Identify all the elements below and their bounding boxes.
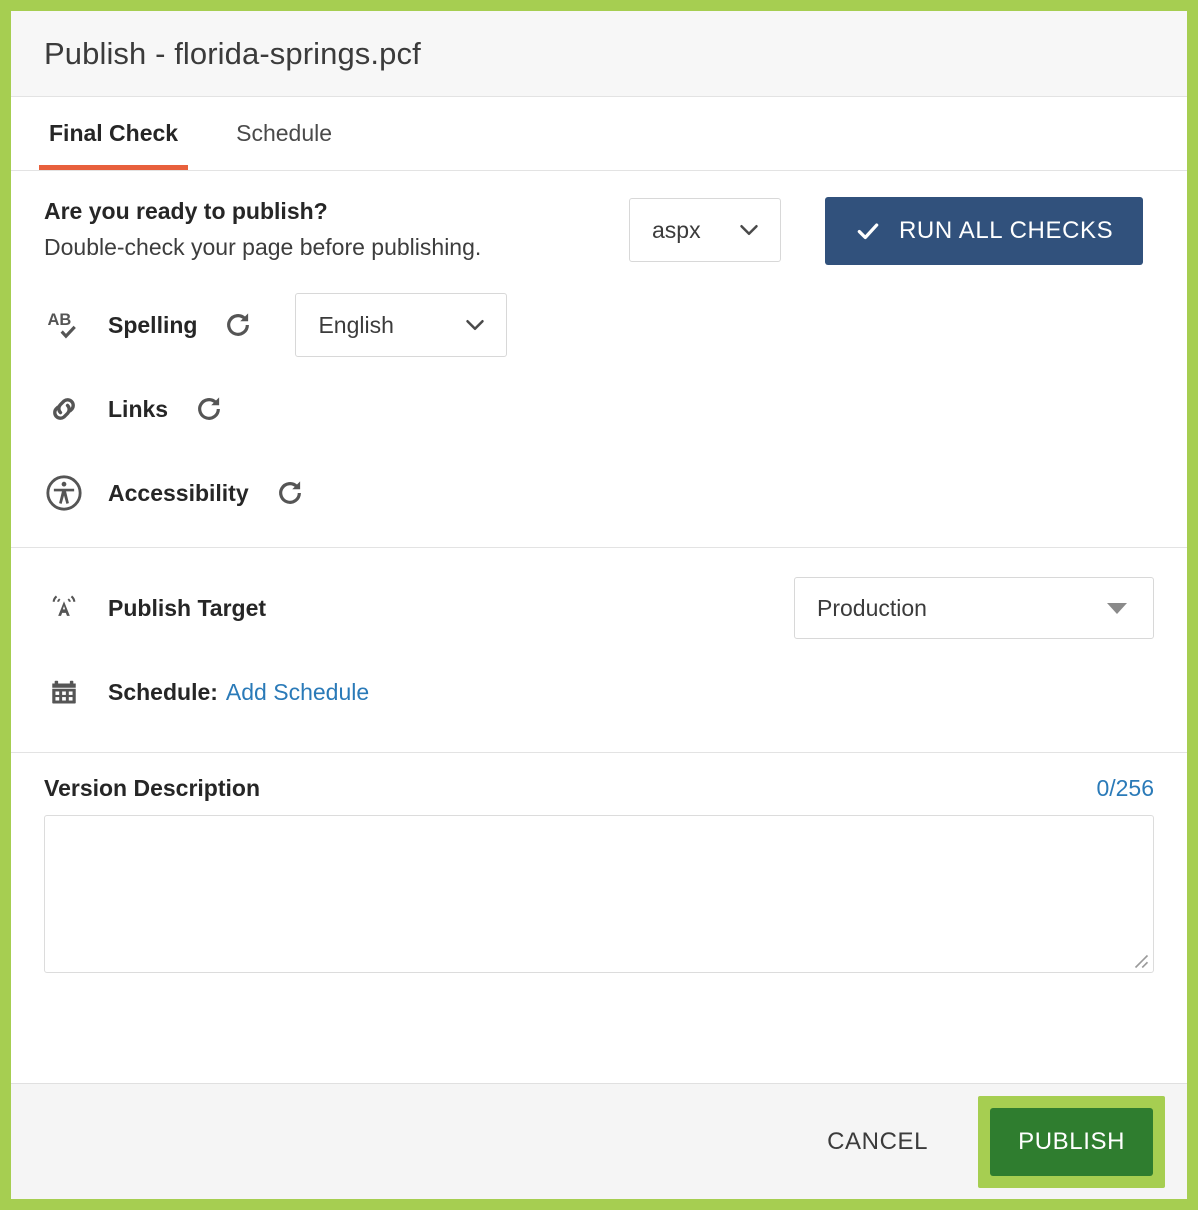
publish-target-label: Publish Target xyxy=(108,594,267,621)
output-format-select[interactable]: aspx xyxy=(629,198,781,262)
publish-target-value: Production xyxy=(817,594,927,621)
svg-text:AB: AB xyxy=(48,311,72,329)
publish-button-focus-ring: PUBLISH xyxy=(978,1095,1165,1188)
broadcast-icon xyxy=(44,588,84,628)
spelling-language-value: English xyxy=(318,311,394,338)
version-description-title: Version Description xyxy=(44,775,261,801)
check-icon xyxy=(857,223,879,240)
tab-final-check-label: Final Check xyxy=(49,120,179,146)
dialog-footer: CANCEL PUBLISH xyxy=(11,1083,1187,1199)
ready-text-block: Are you ready to publish? Double-check y… xyxy=(44,197,629,262)
checks-section: AB Spelling English Links Accessibility xyxy=(11,265,1187,547)
character-counter: 0/256 xyxy=(1096,775,1154,801)
check-label-accessibility: Accessibility xyxy=(108,479,249,506)
add-schedule-link[interactable]: Add Schedule xyxy=(226,679,369,706)
refresh-icon-links[interactable] xyxy=(192,392,226,426)
calendar-icon xyxy=(44,672,84,712)
refresh-icon-accessibility[interactable] xyxy=(273,476,307,510)
publish-dialog: Publish - florida-springs.pcf Final Chec… xyxy=(0,0,1198,1210)
cancel-button[interactable]: CANCEL xyxy=(809,1116,946,1168)
run-all-checks-label: RUN ALL CHECKS xyxy=(899,217,1114,244)
check-row-links: Links xyxy=(44,367,1154,451)
publish-button[interactable]: PUBLISH xyxy=(990,1107,1153,1176)
page-title: Publish - florida-springs.pcf xyxy=(44,35,421,71)
tab-bar: Final Check Schedule xyxy=(11,97,1187,171)
caret-down-icon xyxy=(1107,602,1127,614)
spelling-language-wrapper: English xyxy=(295,293,508,357)
ready-subtext: Double-check your page before publishing… xyxy=(44,233,482,260)
dialog-title-bar: Publish - florida-springs.pcf xyxy=(11,11,1187,97)
check-row-spelling: AB Spelling English xyxy=(44,283,1154,367)
version-description-section: Version Description 0/256 xyxy=(11,753,1187,999)
check-row-accessibility: Accessibility xyxy=(44,451,1154,535)
schedule-row: Schedule: Add Schedule xyxy=(44,650,1154,734)
chevron-down-icon xyxy=(740,225,758,235)
version-description-input[interactable] xyxy=(44,815,1154,973)
tab-schedule[interactable]: Schedule xyxy=(231,97,337,170)
ready-heading: Are you ready to publish? xyxy=(44,198,328,224)
link-icon xyxy=(44,389,84,429)
tab-schedule-label: Schedule xyxy=(236,120,333,146)
output-format-value: aspx xyxy=(652,216,701,243)
check-label-links: Links xyxy=(108,395,169,422)
version-description-header: Version Description 0/256 xyxy=(44,775,1154,802)
publish-target-select[interactable]: Production xyxy=(794,577,1154,639)
schedule-label: Schedule: xyxy=(108,678,218,705)
version-description-wrapper xyxy=(44,815,1154,973)
publish-target-section: Publish Target Production Schedule: Add … xyxy=(11,548,1187,752)
publish-target-row: Publish Target Production xyxy=(44,566,1154,650)
accessibility-icon xyxy=(44,473,84,513)
chevron-down-icon xyxy=(466,320,485,330)
tab-final-check[interactable]: Final Check xyxy=(38,97,189,170)
run-all-checks-button[interactable]: RUN ALL CHECKS xyxy=(825,197,1144,265)
ready-section: Are you ready to publish? Double-check y… xyxy=(11,171,1187,265)
spelling-language-select[interactable]: English xyxy=(295,293,508,357)
check-label-spelling: Spelling xyxy=(108,311,198,338)
refresh-icon-spelling[interactable] xyxy=(221,308,255,342)
spellcheck-icon: AB xyxy=(44,305,84,345)
